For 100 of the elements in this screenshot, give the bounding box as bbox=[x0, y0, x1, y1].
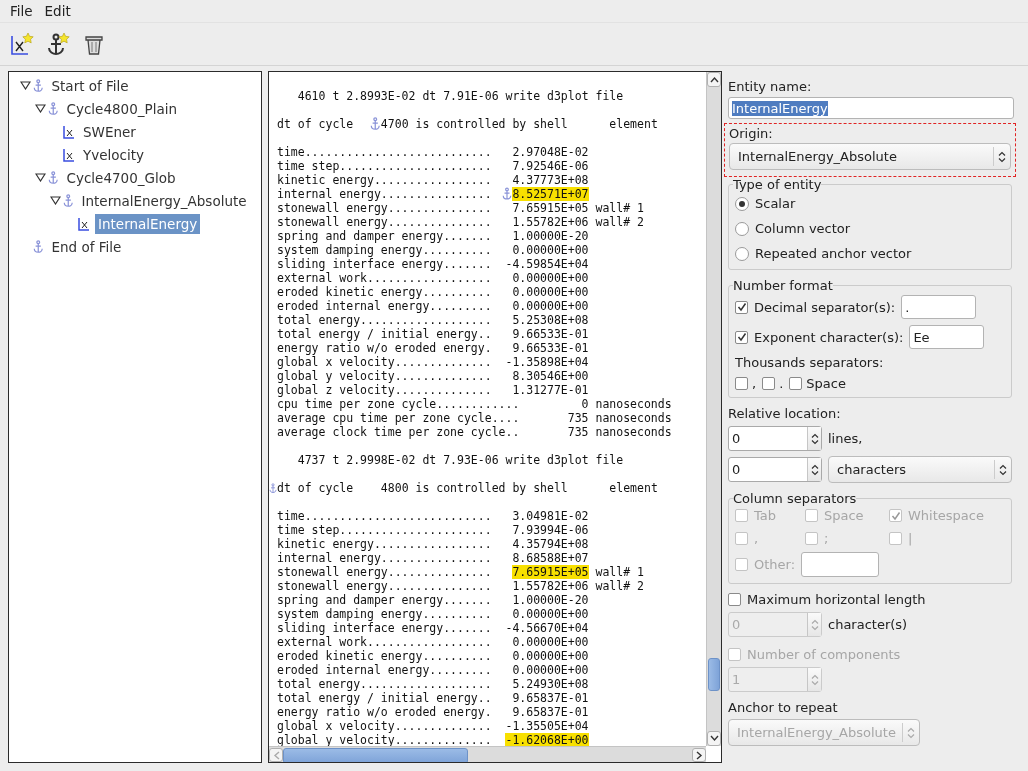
log-text: 4800 is controlled by shell element bbox=[380, 481, 658, 495]
quantity-unit: nanoseconds bbox=[595, 411, 672, 425]
up-down-arrows-icon bbox=[907, 726, 915, 739]
tree-item[interactable]: Yvelocity bbox=[80, 144, 147, 165]
up-down-arrows-icon bbox=[810, 432, 819, 445]
anchor-icon bbox=[33, 239, 44, 254]
quantity-label: global x velocity.............. bbox=[277, 719, 492, 733]
checkbox[interactable] bbox=[762, 377, 776, 390]
quantity-value: 5.24930E+08 bbox=[512, 677, 589, 691]
quantity-value: 0 bbox=[581, 397, 589, 411]
text-field[interactable] bbox=[801, 552, 880, 577]
quantity-value: 2.97048E-02 bbox=[512, 145, 589, 159]
quantity-label: eroded kinetic energy.......... bbox=[277, 285, 492, 299]
quantity-label: total energy................... bbox=[277, 313, 492, 327]
radio-button[interactable] bbox=[735, 246, 749, 261]
text-field[interactable]: . bbox=[901, 295, 977, 319]
scrollbar-thumb[interactable] bbox=[708, 658, 720, 691]
spin-box[interactable]: 0 bbox=[728, 426, 822, 451]
quantity-value: 4.35794E+08 bbox=[512, 537, 589, 551]
scrollbar-thumb[interactable] bbox=[283, 748, 468, 762]
entity-name-field[interactable]: InternalEnergy bbox=[728, 97, 1014, 119]
option-label: Other: bbox=[754, 557, 796, 572]
checkbox[interactable] bbox=[735, 330, 748, 344]
quantity-label: system damping energy.......... bbox=[277, 607, 492, 621]
tree-item[interactable]: SWEner bbox=[80, 121, 139, 142]
radio-button[interactable] bbox=[735, 221, 749, 236]
anchor-icon bbox=[48, 170, 59, 185]
quantity-value: 8.30546E+00 bbox=[512, 369, 589, 383]
quantity-label: sliding interface energy....... bbox=[277, 257, 492, 271]
quantity-value: 735 bbox=[567, 425, 589, 439]
up-down-arrows-icon bbox=[998, 150, 1006, 163]
option-label: Space bbox=[806, 376, 846, 391]
option-label: Decimal separator(s): bbox=[754, 299, 896, 315]
collapse-triangle-icon[interactable] bbox=[50, 196, 61, 205]
spin-box[interactable]: 0 bbox=[728, 457, 822, 482]
quantity-label: cpu time per zone cycle............ bbox=[277, 397, 520, 411]
quantity-value: 0.00000E+00 bbox=[512, 663, 589, 677]
collapse-triangle-icon[interactable] bbox=[20, 81, 31, 90]
anchor-icon bbox=[48, 101, 59, 116]
quantity-value: 9.66533E-01 bbox=[512, 341, 589, 355]
quantity-label: system damping energy.......... bbox=[277, 243, 492, 257]
quantity-unit: wall# 2 bbox=[595, 215, 644, 229]
tree-item[interactable]: Cycle4800_Plain bbox=[63, 98, 180, 119]
quantity-label: stonewall energy............... bbox=[277, 565, 492, 579]
tree-item[interactable]: Cycle4700_Glob bbox=[63, 167, 179, 188]
quantity-label: global x velocity.............. bbox=[277, 355, 492, 369]
new-variable-icon[interactable] bbox=[10, 32, 34, 56]
menu-item[interactable]: Edit bbox=[38, 3, 77, 19]
collapse-triangle-icon[interactable] bbox=[35, 104, 46, 113]
scroll-up-button[interactable] bbox=[707, 72, 721, 87]
quantity-value: -1.35898E+04 bbox=[505, 355, 589, 369]
collapse-triangle-icon[interactable] bbox=[35, 173, 46, 182]
quantity-value: 0.00000E+00 bbox=[512, 271, 589, 285]
quantity-value: 4.37773E+08 bbox=[512, 173, 589, 187]
quantity-label: global y velocity.............. bbox=[277, 733, 492, 746]
quantity-label: eroded kinetic energy.......... bbox=[277, 649, 492, 663]
caret-down-icon bbox=[709, 735, 719, 742]
checkbox[interactable] bbox=[789, 377, 803, 390]
origin-dropdown[interactable]: InternalEnergy_Absolute bbox=[729, 143, 1011, 170]
radio-button[interactable] bbox=[735, 196, 749, 211]
quantity-value: -4.59854E+04 bbox=[505, 257, 589, 271]
quantity-unit: nanoseconds bbox=[595, 425, 672, 439]
option-label: ; bbox=[824, 531, 829, 546]
checkbox[interactable] bbox=[728, 593, 741, 606]
scroll-down-button[interactable] bbox=[707, 731, 721, 746]
anchor-icon bbox=[63, 193, 74, 208]
scroll-right-button[interactable] bbox=[692, 748, 706, 762]
quantity-value: 7.93994E-06 bbox=[512, 523, 589, 537]
group-title: Number format bbox=[733, 278, 833, 293]
new-anchor-icon[interactable] bbox=[46, 32, 70, 56]
quantity-label: global z velocity.............. bbox=[277, 383, 492, 397]
option-label: Exponent character(s): bbox=[754, 329, 904, 345]
quantity-label: time step...................... bbox=[277, 159, 492, 173]
menu-item[interactable]: File bbox=[4, 3, 39, 19]
quantity-value: 735 bbox=[567, 411, 589, 425]
quantity-label: eroded internal energy......... bbox=[277, 299, 492, 313]
tree-item[interactable]: InternalEnergy_Absolute bbox=[78, 190, 250, 211]
quantity-value: -4.56670E+04 bbox=[505, 621, 589, 635]
unit-dropdown[interactable]: characters bbox=[828, 456, 1012, 483]
log-text: dt of cycle bbox=[277, 481, 354, 495]
tree-item[interactable]: Start of File bbox=[48, 75, 132, 96]
quantity-value: 0.00000E+00 bbox=[512, 649, 589, 663]
quantity-value: 0.00000E+00 bbox=[512, 285, 589, 299]
scroll-left-button[interactable] bbox=[269, 748, 283, 762]
quantity-value: 1.00000E-20 bbox=[512, 229, 589, 243]
tree-item[interactable]: End of File bbox=[48, 236, 125, 257]
quantity-unit: wall# 1 bbox=[595, 201, 644, 215]
quantity-value: 0.00000E+00 bbox=[512, 635, 589, 649]
checkbox[interactable] bbox=[735, 377, 748, 390]
quantity-unit: wall# 2 bbox=[595, 579, 644, 593]
log-text: dt of cycle bbox=[277, 117, 354, 131]
quantity-value: 0.00000E+00 bbox=[512, 299, 589, 313]
quantity-label: kinetic energy................. bbox=[277, 537, 492, 551]
quantity-label: average clock time per zone cycle.. bbox=[277, 425, 520, 439]
caret-up-icon bbox=[709, 76, 719, 83]
checkbox[interactable] bbox=[735, 300, 748, 314]
quantity-label: stonewall energy............... bbox=[277, 579, 492, 593]
quantity-label: global y velocity.............. bbox=[277, 369, 492, 383]
quantity-value: 8.52571E+07 bbox=[512, 187, 589, 201]
text-field[interactable]: Ee bbox=[909, 325, 985, 349]
